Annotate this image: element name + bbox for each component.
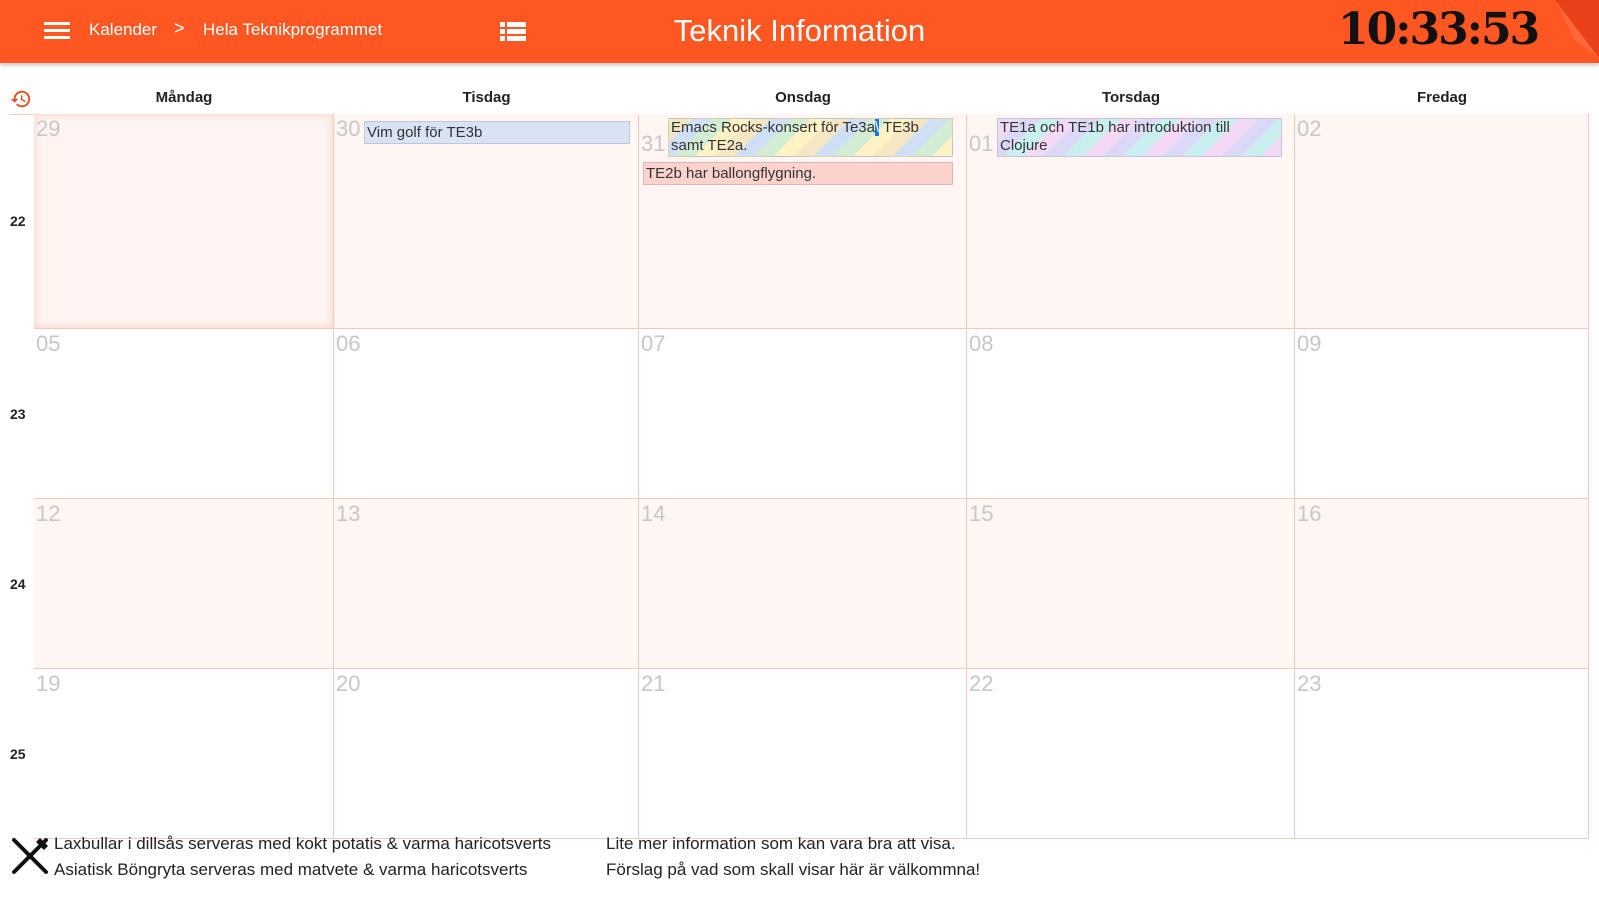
day-cell[interactable]: 06 <box>334 329 639 499</box>
corner-decoration <box>1555 0 1599 58</box>
day-header-tuesday: Tisdag <box>462 89 511 106</box>
info-text: Lite mer information som kan vara bra at… <box>606 834 956 853</box>
day-number: 08 <box>969 331 994 356</box>
event-title: samt TE2a. <box>671 137 748 154</box>
day-number: 12 <box>36 501 61 526</box>
day-number: 23 <box>1297 671 1322 696</box>
day-header-thursday: Torsdag <box>1101 89 1161 106</box>
day-number: 15 <box>969 501 994 526</box>
day-number: 13 <box>336 501 361 526</box>
calendar-grid: 29 30 31 01 02 05 06 07 08 09 12 13 14 1… <box>34 114 1589 840</box>
day-header-monday: Måndag <box>155 89 213 106</box>
day-number: 06 <box>336 331 361 356</box>
event-clojure-intro[interactable]: TE1a och TE1b har introduktion till Cloju… <box>997 118 1282 157</box>
day-header-wednesday: Onsdag <box>775 89 831 106</box>
clock: 10:33:53 <box>1338 4 1540 55</box>
day-number: 14 <box>641 501 666 526</box>
event-title: TE3b <box>879 119 919 136</box>
day-cell[interactable]: 15 <box>967 499 1295 669</box>
day-cell[interactable]: 29 <box>34 114 334 329</box>
chevron-right-icon: > <box>174 18 185 38</box>
lunch-menu-item: Asiatisk Böngryta serveras med matvete &… <box>54 860 528 879</box>
day-cell[interactable]: 13 <box>334 499 639 669</box>
day-number: 05 <box>36 331 61 356</box>
event-title: Vim golf för TE3b <box>367 124 483 141</box>
day-cell[interactable]: 02 <box>1295 114 1589 329</box>
day-cell[interactable]: 12 <box>34 499 334 669</box>
day-number: 22 <box>969 671 994 696</box>
week-number: 24 <box>10 576 26 592</box>
event-emacs-rocks[interactable]: Emacs Rocks-konsert för Te3a\ TE3b samt T… <box>668 118 953 157</box>
lunch-menu-item: Laxbullar i dillsås serveras med kokt po… <box>54 834 551 853</box>
info-text: Förslag på vad som skall visar här är vä… <box>606 860 981 879</box>
day-number: 29 <box>36 116 61 141</box>
event-vim-golf[interactable]: Vim golf för TE3b <box>364 121 630 144</box>
day-number: 01 <box>969 131 994 156</box>
day-cell[interactable]: 22 <box>967 669 1295 839</box>
app-header: Kalender > Hela Teknikprogrammet Teknik … <box>0 0 1599 63</box>
day-number: 09 <box>1297 331 1322 356</box>
day-number: 21 <box>641 671 666 696</box>
day-number: 31 <box>641 131 666 156</box>
day-number: 07 <box>641 331 666 356</box>
day-cell[interactable]: 30 <box>334 114 639 329</box>
day-cell[interactable]: 21 <box>639 669 967 839</box>
day-header-friday: Fredag <box>1416 89 1467 106</box>
week-number: 25 <box>10 746 26 762</box>
cutlery-icon <box>12 838 48 874</box>
day-cell[interactable]: 09 <box>1295 329 1589 499</box>
day-cell[interactable]: 20 <box>334 669 639 839</box>
day-cell[interactable]: 05 <box>34 329 334 499</box>
breadcrumb-current[interactable]: Hela Teknikprogrammet <box>203 20 382 40</box>
event-title: TE1a och TE1b har introduktion till <box>1000 119 1230 136</box>
day-cell[interactable]: 16 <box>1295 499 1589 669</box>
day-cell[interactable]: 07 <box>639 329 967 499</box>
event-title: Emacs Rocks-konsert för Te3a <box>671 119 875 136</box>
week-number: 23 <box>10 406 26 422</box>
event-ballongflygning[interactable]: TE2b har ballongflygning. <box>643 162 953 185</box>
day-number: 16 <box>1297 501 1322 526</box>
day-cell[interactable]: 14 <box>639 499 967 669</box>
event-title: TE2b har ballongflygning. <box>646 165 817 182</box>
breadcrumb-kalender[interactable]: Kalender <box>89 20 157 40</box>
day-cell[interactable]: 19 <box>34 669 334 839</box>
day-cell[interactable]: 08 <box>967 329 1295 499</box>
day-cell[interactable]: 23 <box>1295 669 1589 839</box>
day-number: 30 <box>336 116 361 141</box>
history-icon[interactable] <box>10 88 32 110</box>
day-number: 02 <box>1297 116 1322 141</box>
day-number: 20 <box>336 671 361 696</box>
menu-icon[interactable] <box>44 22 70 40</box>
week-number: 22 <box>10 213 26 229</box>
day-number: 19 <box>36 671 61 696</box>
list-view-icon[interactable] <box>500 22 526 42</box>
event-title: Clojure <box>1000 137 1048 154</box>
